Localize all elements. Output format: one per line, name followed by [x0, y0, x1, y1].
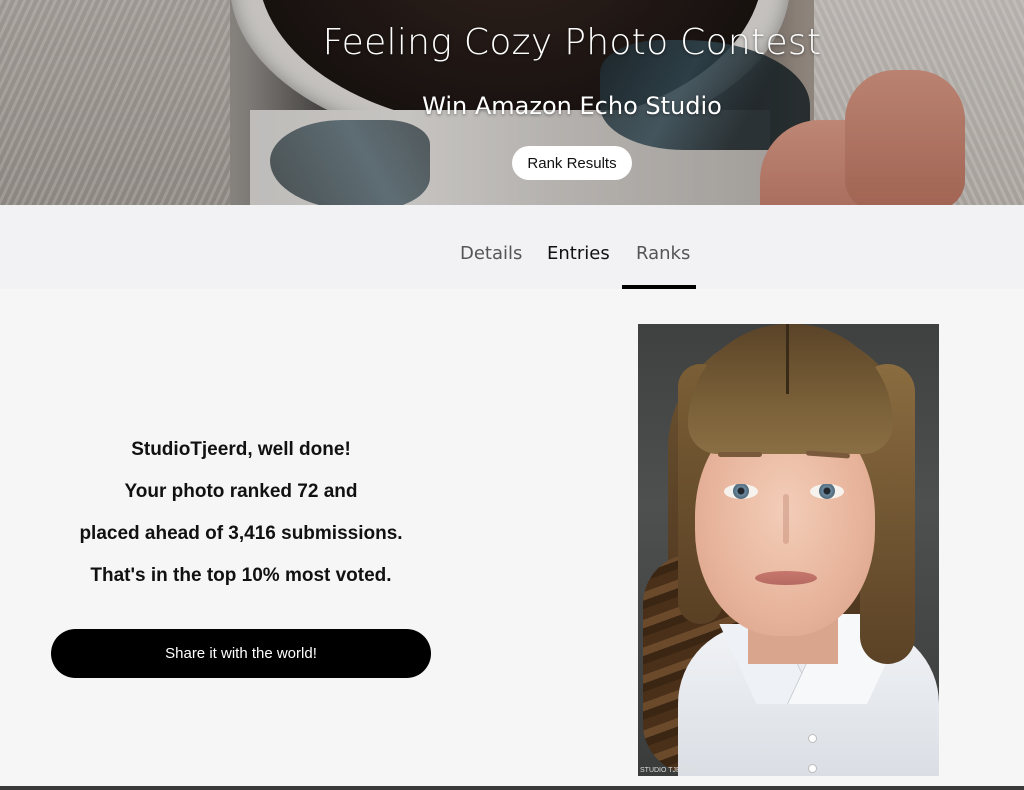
tab-ranks[interactable]: Ranks: [636, 243, 690, 264]
portrait-hair-part: [786, 324, 789, 394]
hero-banner: Feeling Cozy Photo Contest Win Amazon Ec…: [0, 0, 1024, 205]
rank-results-button[interactable]: Rank Results: [512, 146, 632, 180]
page-bottom-border: [0, 786, 1024, 790]
photo-watermark: STUDIO TJEERD: [640, 767, 696, 774]
tab-entries[interactable]: Entries: [547, 243, 610, 264]
ahead-text: placed ahead of 3,416 submissions.: [79, 523, 403, 544]
portrait-nose: [783, 494, 789, 544]
contest-prize: Win Amazon Echo Studio: [422, 92, 722, 120]
rank-text: Your photo ranked 72 and: [124, 481, 358, 502]
portrait-eye: [810, 484, 844, 499]
rank-result-panel: StudioTjeerd, well done! Your photo rank…: [0, 289, 1024, 788]
shirt-button: [808, 764, 817, 773]
share-button[interactable]: Share it with the world!: [51, 629, 431, 678]
portrait-hair-top: [688, 324, 893, 454]
entry-photo[interactable]: STUDIO TJEERD: [638, 324, 939, 776]
portrait-mouth: [755, 571, 817, 585]
shirt-button: [808, 734, 817, 743]
contest-title: Feeling Cozy Photo Contest: [322, 22, 822, 63]
portrait-brow: [718, 452, 762, 457]
tab-details[interactable]: Details: [460, 243, 522, 264]
portrait-eye: [724, 484, 758, 499]
tab-bar: Details Entries Ranks: [0, 205, 1024, 289]
percentile-text: That's in the top 10% most voted.: [90, 565, 392, 586]
congrats-heading: StudioTjeerd, well done!: [131, 439, 351, 460]
